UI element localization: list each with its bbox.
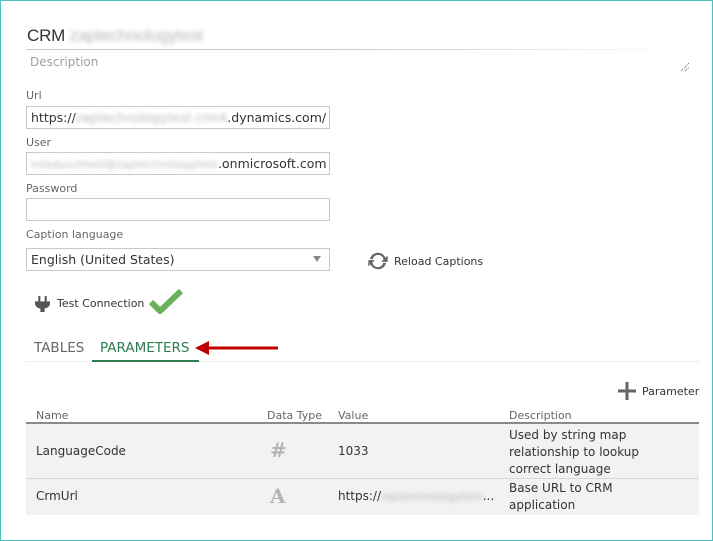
param-description: Used by string map relationship to looku… — [509, 428, 640, 476]
plus-icon — [618, 382, 636, 400]
column-header-description[interactable]: Description — [509, 409, 572, 422]
tab-parameters[interactable]: PARAMETERS — [100, 340, 189, 356]
param-value: 1033 — [338, 444, 369, 458]
add-parameter-button[interactable]: Parameter — [618, 382, 699, 400]
dropdown-arrow-icon — [313, 256, 321, 262]
test-connection-label: Test Connection — [57, 296, 145, 310]
column-header-data-type[interactable]: Data Type — [267, 409, 322, 422]
table-row[interactable]: CrmUrl A https://zaptechnologytest... Ba… — [26, 479, 699, 515]
add-parameter-label: Parameter — [642, 384, 700, 398]
password-input[interactable] — [31, 199, 329, 220]
checkmark-success-icon — [149, 288, 183, 314]
caption-language-select[interactable]: English (United States) — [26, 248, 330, 271]
param-value-redacted: zaptechnologytest — [381, 490, 483, 503]
param-name: LanguageCode — [36, 444, 126, 458]
test-connection-button[interactable]: Test Connection — [34, 293, 144, 313]
table-row[interactable]: LanguageCode # 1033 Used by string map r… — [26, 424, 699, 478]
title-redacted: zaptechnologytest — [69, 26, 204, 45]
title-underline — [26, 49, 691, 50]
connection-title[interactable]: CRM zaptechnologytest — [27, 26, 203, 46]
description-textarea[interactable]: Description — [30, 55, 98, 69]
caption-language-label: Caption language — [26, 228, 124, 241]
reload-captions-button[interactable]: Reload Captions — [367, 249, 483, 273]
url-label: Url — [26, 89, 42, 102]
user-label: User — [26, 136, 52, 149]
text-type-icon: A — [270, 484, 286, 508]
tab-tables[interactable]: TABLES — [34, 340, 84, 356]
user-redacted: mladuschtest@zaptechnologytest — [31, 158, 219, 171]
param-description: Base URL to CRM application — [509, 481, 613, 512]
caption-language-value: English (United States) — [31, 252, 175, 267]
plug-icon — [35, 295, 50, 312]
active-tab-indicator — [92, 360, 199, 362]
annotation-arrow-icon — [195, 341, 278, 355]
refresh-icon — [368, 252, 388, 270]
param-value: https://zaptechnologytest... — [338, 489, 495, 503]
url-field[interactable]: https://zaptechnologytest.crm4.dynamics.… — [26, 106, 330, 129]
url-redacted: zaptechnologytest.crm4 — [75, 110, 228, 125]
user-field[interactable]: mladuschtest@zaptechnologytest.onmicroso… — [26, 152, 330, 175]
param-name: CrmUrl — [36, 489, 78, 503]
dialog-frame: CRM zaptechnologytest Description Url ht… — [0, 0, 713, 541]
password-label: Password — [26, 182, 78, 195]
column-header-value[interactable]: Value — [338, 409, 368, 422]
number-type-icon: # — [270, 438, 287, 462]
resize-grip-icon[interactable] — [680, 62, 690, 72]
reload-captions-label: Reload Captions — [394, 254, 484, 268]
title-prefix: CRM — [27, 26, 66, 45]
password-field[interactable] — [26, 198, 330, 221]
column-header-name[interactable]: Name — [36, 409, 68, 422]
